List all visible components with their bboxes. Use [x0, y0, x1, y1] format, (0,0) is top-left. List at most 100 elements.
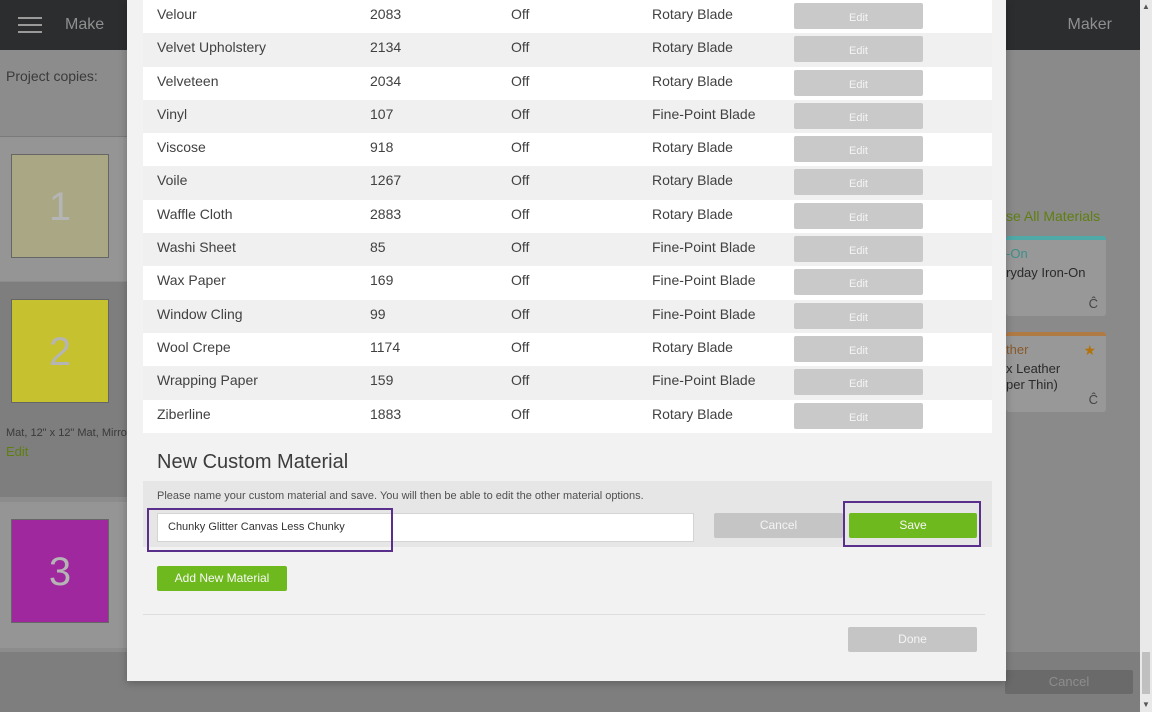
- material-name: Waffle Cloth: [157, 205, 233, 222]
- table-row: Viscose 918 Off Rotary Blade Edit: [143, 133, 992, 167]
- project-copies-label: Project copies:: [6, 68, 98, 84]
- material-multi-cut: Off: [511, 239, 530, 256]
- page-scrollbar[interactable]: ▲ ▼: [1140, 0, 1152, 712]
- scroll-up-icon[interactable]: ▲: [1142, 2, 1150, 11]
- material-pressure: 2083: [370, 6, 402, 22]
- material-multi-cut: Off: [511, 39, 530, 56]
- mat-preview: 3: [11, 519, 109, 623]
- table-row: Ziberline 1883 Off Rotary Blade Edit: [143, 399, 992, 433]
- material-multi-cut: Off: [511, 205, 530, 222]
- add-new-material-button[interactable]: Add New Material: [157, 566, 287, 591]
- material-blade: Rotary Blade: [652, 405, 733, 422]
- table-row: Window Cling 99 Off Fine-Point Blade Edit: [143, 299, 992, 333]
- material-blade: Fine-Point Blade: [652, 372, 756, 389]
- edit-material-button[interactable]: Edit: [794, 236, 923, 263]
- edit-material-button[interactable]: Edit: [794, 302, 923, 329]
- material-multi-cut: Off: [511, 405, 530, 422]
- material-blade: Rotary Blade: [652, 139, 733, 156]
- edit-material-button[interactable]: Edit: [794, 269, 923, 296]
- scrollbar-thumb[interactable]: [1142, 652, 1150, 694]
- table-row: Velvet Upholstery 2134 Off Rotary Blade Edit: [143, 33, 992, 67]
- material-multi-cut: Off: [511, 338, 530, 355]
- mat-details: Mat, 12" x 12" Mat, Mirror: [6, 427, 127, 439]
- table-row: Wrapping Paper 159 Off Fine-Point Blade Edit: [143, 366, 992, 400]
- edit-material-button[interactable]: Edit: [794, 102, 923, 129]
- materials-table: Velour 2083 Off Rotary Blade Edit Velvet Upho…: [143, 0, 992, 433]
- edit-material-button[interactable]: Edit: [794, 369, 923, 396]
- mat-preview: 2: [11, 299, 109, 403]
- material-name: Vinyl: [157, 105, 188, 122]
- material-name: Wax Paper: [157, 272, 226, 289]
- material-pressure: 99: [370, 305, 386, 322]
- edit-material-button[interactable]: Edit: [794, 169, 923, 196]
- material-card[interactable]: ther x Leather per Thin) ★ Ĉ: [1006, 332, 1106, 412]
- done-button[interactable]: Done: [848, 627, 977, 652]
- cancel-button[interactable]: Cancel: [714, 513, 843, 538]
- material-name: Wool Crepe: [157, 338, 231, 355]
- material-blade: Fine-Point Blade: [652, 272, 756, 289]
- table-row: Vinyl 107 Off Fine-Point Blade Edit: [143, 99, 992, 134]
- mat-row[interactable]: 2: [0, 282, 127, 497]
- material-card[interactable]: -On ryday Iron-On Ĉ: [1006, 236, 1106, 316]
- material-name: Washi Sheet: [157, 239, 236, 256]
- table-row: Wool Crepe 1174 Off Rotary Blade Edit: [143, 332, 992, 367]
- table-row: Washi Sheet 85 Off Fine-Point Blade Edit: [143, 233, 992, 267]
- star-icon[interactable]: ★: [1083, 342, 1096, 359]
- card-color-bar: [1006, 332, 1106, 336]
- save-button[interactable]: Save: [849, 513, 977, 538]
- material-pressure: 1883: [370, 405, 402, 422]
- material-pressure: 107: [370, 105, 394, 122]
- materials-settings-modal: Velour 2083 Off Rotary Blade Edit Velvet Upho…: [127, 0, 1006, 681]
- material-blade: Rotary Blade: [652, 205, 733, 222]
- material-multi-cut: Off: [511, 305, 530, 322]
- table-row: Voile 1267 Off Rotary Blade Edit: [143, 166, 992, 200]
- material-blade: Rotary Blade: [652, 172, 733, 189]
- material-blade: Fine-Point Blade: [652, 239, 756, 256]
- edit-material-button[interactable]: Edit: [794, 136, 923, 163]
- hamburger-menu-icon[interactable]: [18, 17, 42, 33]
- material-multi-cut: Off: [511, 6, 530, 22]
- card-name: x Leather per Thin): [1006, 361, 1061, 392]
- material-name: Velvet Upholstery: [157, 39, 266, 56]
- material-multi-cut: Off: [511, 139, 530, 156]
- edit-material-button[interactable]: Edit: [794, 3, 923, 29]
- custom-material-name-input[interactable]: Chunky Glitter Canvas Less Chunky: [157, 513, 694, 542]
- material-blade: Rotary Blade: [652, 6, 733, 22]
- browse-all-materials-link[interactable]: se All Materials: [1006, 208, 1100, 224]
- material-multi-cut: Off: [511, 105, 530, 122]
- card-category: -On: [1006, 246, 1028, 261]
- edit-material-button[interactable]: Edit: [794, 335, 923, 362]
- edit-material-button[interactable]: Edit: [794, 402, 923, 429]
- mat-preview: 1: [11, 154, 109, 258]
- material-pressure: 1267: [370, 172, 402, 189]
- edit-material-button[interactable]: Edit: [794, 69, 923, 96]
- mat-row[interactable]: 3: [0, 502, 127, 648]
- material-pressure: 2883: [370, 205, 402, 222]
- card-color-bar: [1006, 236, 1106, 240]
- app-title: Make: [65, 16, 105, 33]
- edit-material-button[interactable]: Edit: [794, 36, 923, 63]
- card-name: ryday Iron-On: [1006, 265, 1086, 280]
- material-name: Wrapping Paper: [157, 372, 258, 389]
- mat-row[interactable]: 1: [0, 137, 127, 281]
- edit-material-button[interactable]: Edit: [794, 202, 923, 229]
- cancel-button[interactable]: Cancel: [1005, 670, 1133, 694]
- machine-name[interactable]: Maker: [1068, 16, 1112, 34]
- material-pressure: 2034: [370, 72, 402, 89]
- mat-number: 1: [48, 185, 72, 229]
- c-icon: Ĉ: [1088, 392, 1098, 407]
- divider: [143, 614, 985, 615]
- c-icon: Ĉ: [1088, 296, 1098, 311]
- mat-number: 2: [48, 330, 72, 374]
- material-blade: Rotary Blade: [652, 39, 733, 56]
- custom-material-panel: Please name your custom material and sav…: [143, 481, 992, 547]
- material-pressure: 159: [370, 372, 394, 389]
- scroll-down-icon[interactable]: ▼: [1142, 700, 1150, 709]
- material-name: Velour: [157, 6, 197, 22]
- material-multi-cut: Off: [511, 272, 530, 289]
- material-blade: Rotary Blade: [652, 338, 733, 355]
- material-name: Window Cling: [157, 305, 243, 322]
- material-name: Viscose: [157, 139, 206, 156]
- mat-edit-link[interactable]: Edit: [6, 444, 28, 459]
- material-name: Velveteen: [157, 72, 219, 89]
